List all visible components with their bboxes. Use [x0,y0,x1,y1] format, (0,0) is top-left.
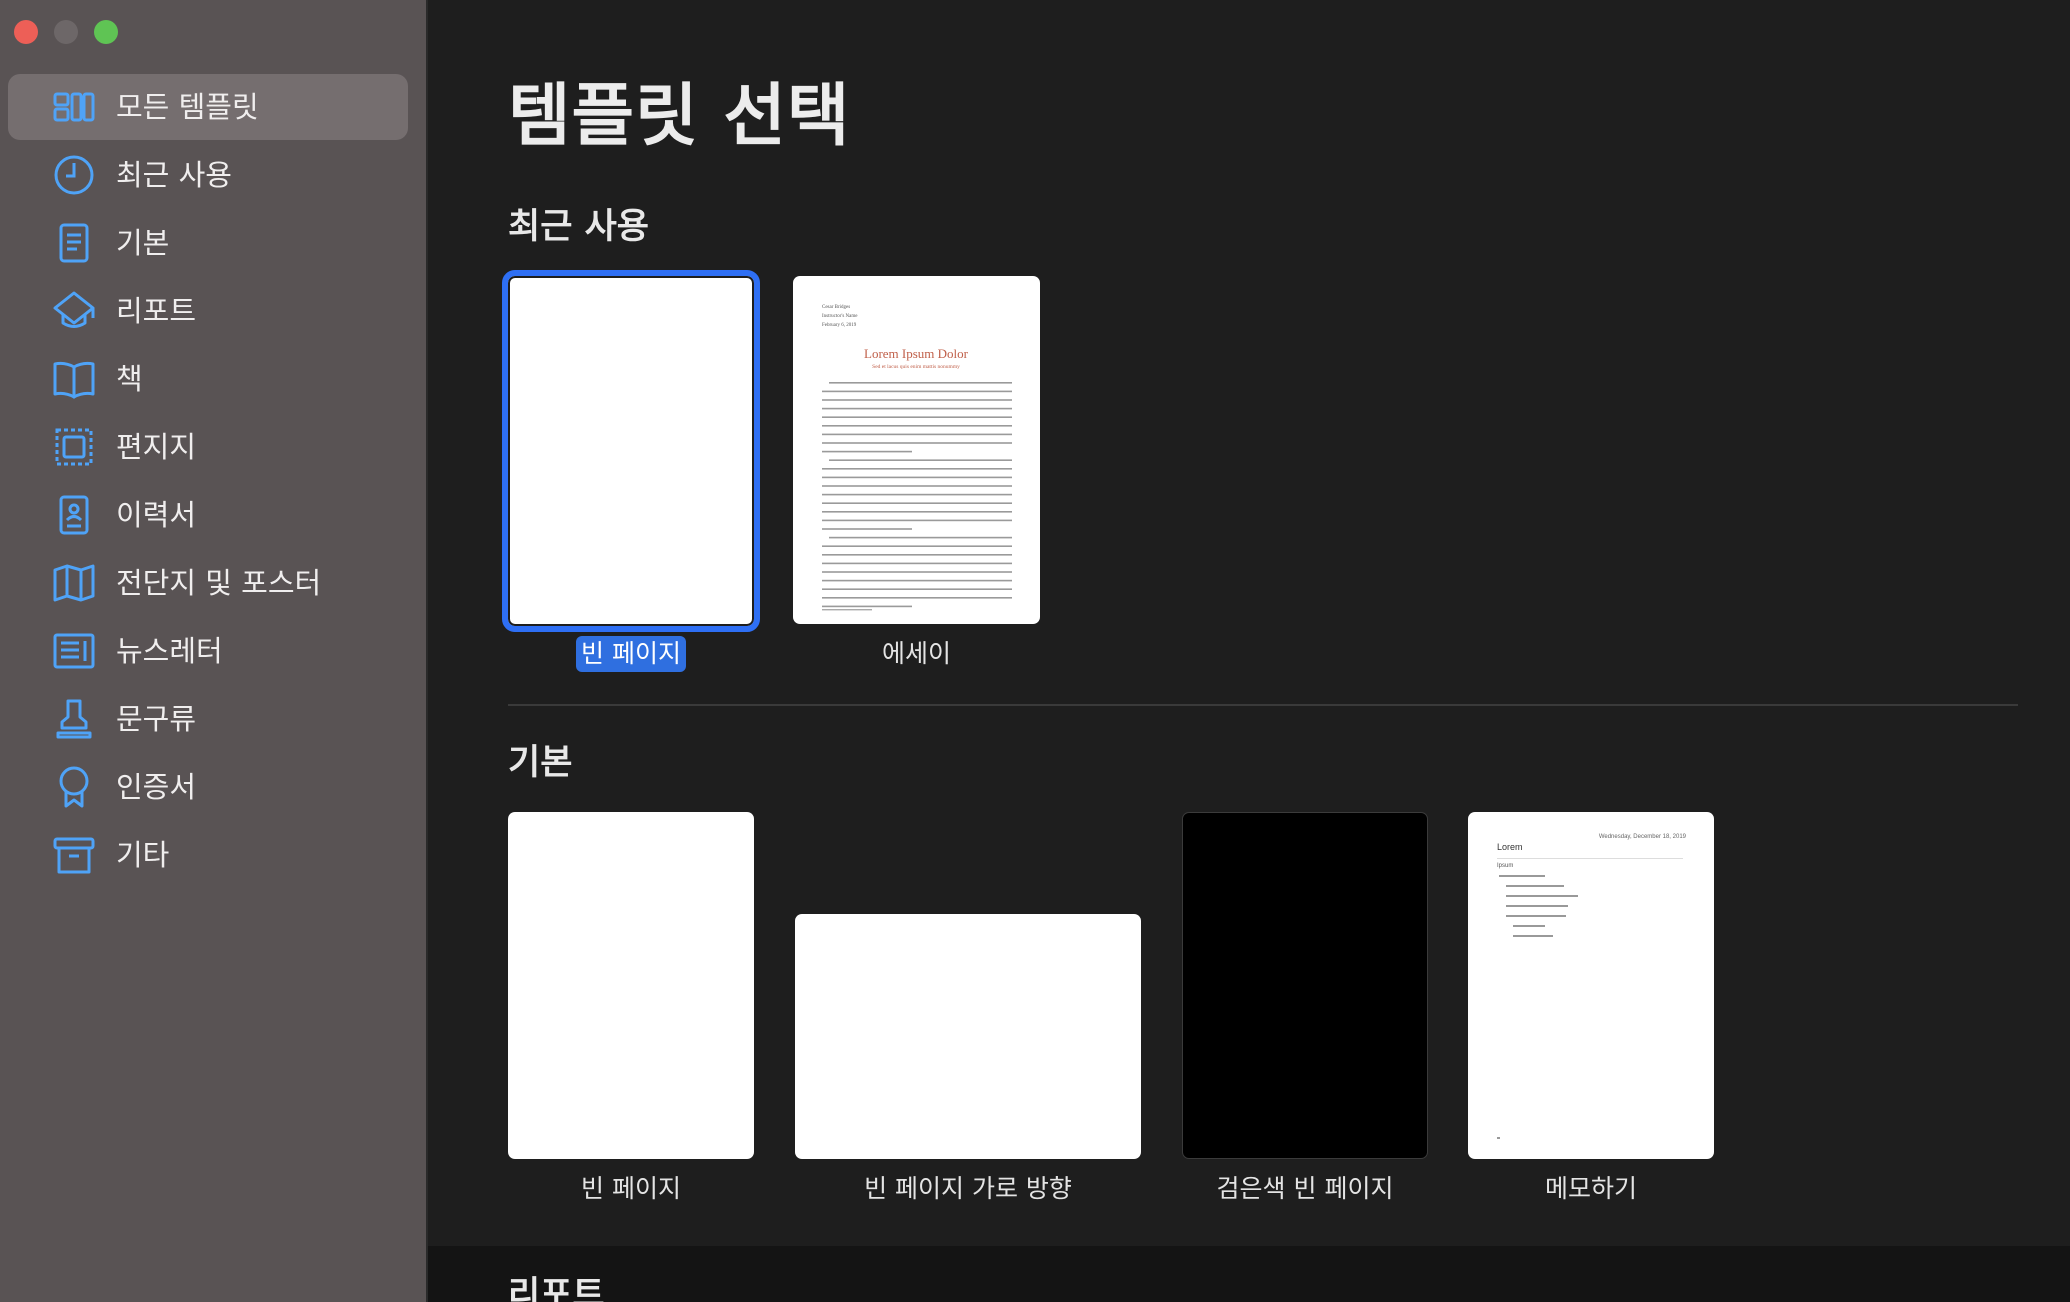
sidebar-item-label: 기타 [116,838,170,872]
essay-preview: Cesar Bridges Instructor's Name February… [822,305,1012,611]
essay-date: February 6, 2019 [822,323,857,328]
template-essay[interactable]: Cesar Bridges Instructor's Name February… [793,276,1040,624]
sidebar-item-label: 편지지 [116,430,197,464]
sidebar-item-stationery-goods[interactable]: 문구류 [8,686,408,752]
rubber-stamp-icon [52,697,96,741]
sidebar-item-label: 뉴스레터 [116,634,223,668]
sidebar-item-certificates[interactable]: 인증서 [8,754,408,820]
resume-icon [52,493,96,537]
sidebar-item-all-templates[interactable]: 모든 템플릿 [8,74,408,140]
sidebar-item-label: 인증서 [116,770,197,804]
newsletter-icon [52,629,96,673]
memo-bullets [1497,875,1578,1139]
zoom-window-button[interactable] [94,20,118,44]
template-label: 빈 페이지 가로 방향 [864,1174,1072,1203]
sidebar-item-flyers-posters[interactable]: 전단지 및 포스터 [8,550,408,616]
memo-preview: Wednesday, December 18, 2019 Lorem Ipsum [1468,812,1714,1159]
graduation-cap-icon [52,289,96,333]
open-book-icon [52,357,96,401]
sidebar: 모든 템플릿 최근 사용 기본 리포트 책 편지지 이력서 전단지 및 포스터 … [0,0,428,1302]
essay-instructor: Instructor's Name [822,314,858,319]
template-note-taking[interactable]: Wednesday, December 18, 2019 Lorem Ipsum [1468,812,1714,1159]
sidebar-nav: 모든 템플릿 최근 사용 기본 리포트 책 편지지 이력서 전단지 및 포스터 … [8,74,408,890]
template-label: 빈 페이지 [576,636,686,672]
sidebar-item-basic[interactable]: 기본 [8,210,408,276]
sidebar-item-reports[interactable]: 리포트 [8,278,408,344]
sidebar-item-stationery[interactable]: 편지지 [8,414,408,480]
template-label: 에세이 [881,639,951,668]
page-title: 템플릿 선택 [508,77,851,156]
sidebar-item-label: 기본 [116,226,170,260]
template-label: 메모하기 [1544,1174,1637,1203]
essay-subtitle: Sed et lacus quis enim mattis nonummy [872,364,960,370]
clock-icon [52,153,96,197]
sidebar-item-label: 문구류 [116,702,197,736]
minimize-window-button[interactable] [54,20,78,44]
essay-author: Cesar Bridges [822,305,850,310]
map-icon [52,561,96,605]
sidebar-item-label: 책 [116,362,143,396]
section-heading-reports: 리포트 [508,1275,605,1302]
sidebar-item-label: 전단지 및 포스터 [116,566,322,600]
template-black-blank-page[interactable] [1182,812,1428,1159]
essay-title: Lorem Ipsum Dolor [864,346,969,361]
template-label: 빈 페이지 [581,1174,681,1203]
sidebar-item-newsletters[interactable]: 뉴스레터 [8,618,408,684]
sidebar-item-label: 모든 템플릿 [116,90,259,124]
sidebar-item-recent[interactable]: 최근 사용 [8,142,408,208]
sidebar-item-label: 이력서 [116,498,197,532]
close-window-button[interactable] [14,20,38,44]
ribbon-icon [52,765,96,809]
template-label: 검은색 빈 페이지 [1216,1174,1394,1203]
sidebar-item-label: 리포트 [116,294,197,328]
section-divider [508,704,2018,706]
essay-body-text [822,382,1012,611]
section-heading-basic: 기본 [508,743,573,783]
document-icon [52,221,96,265]
all-templates-icon [52,85,96,129]
template-blank-landscape[interactable] [795,914,1141,1159]
reports-section [428,1246,2070,1302]
stamp-frame-icon [52,425,96,469]
template-chooser: 템플릿 선택 최근 사용 빈 페이지 Cesar Bridges Instruc… [428,0,2070,1302]
sidebar-item-other[interactable]: 기타 [8,822,408,888]
sidebar-item-label: 최근 사용 [116,158,232,192]
sidebar-item-books[interactable]: 책 [8,346,408,412]
sidebar-item-resumes[interactable]: 이력서 [8,482,408,548]
template-blank-page-recent[interactable] [502,270,760,632]
template-blank-page[interactable] [508,812,754,1159]
archive-box-icon [52,833,96,877]
section-heading-recent: 최근 사용 [508,207,649,247]
